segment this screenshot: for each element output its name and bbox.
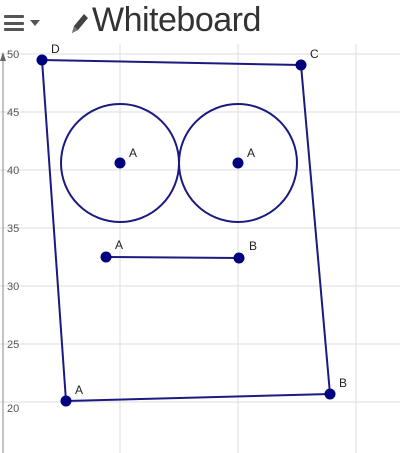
point-a-circle-right-center[interactable] <box>232 157 244 169</box>
point-a-corner[interactable] <box>60 395 72 407</box>
point-label-b-corner: B <box>339 376 347 390</box>
y-tick-label: 50 <box>7 49 19 61</box>
segment-cb[interactable] <box>300 64 331 395</box>
point-label-d: D <box>51 44 60 56</box>
point-a-segment[interactable] <box>100 251 112 263</box>
segment-mouth[interactable] <box>105 256 240 259</box>
point-b-corner[interactable] <box>324 388 336 400</box>
y-tick-label: 20 <box>7 403 19 415</box>
y-axis: 50 45 40 35 30 25 20 <box>0 49 19 453</box>
segment-dc[interactable] <box>41 59 302 66</box>
graphics-canvas[interactable]: 50 45 40 35 30 25 20 D C B A A A A B <box>0 44 400 453</box>
point-label-b-segment: B <box>249 239 257 253</box>
hamburger-menu-icon <box>4 15 24 31</box>
grid <box>0 44 400 453</box>
point-label-a-segment: A <box>115 238 123 252</box>
app-title-area: Whiteboard <box>70 0 261 40</box>
axis-arrow-icon <box>0 52 6 61</box>
y-tick-label: 40 <box>7 165 19 177</box>
main-menu-button[interactable] <box>4 12 44 34</box>
y-tick-label: 30 <box>7 281 19 293</box>
point-a-circle-left-center[interactable] <box>114 157 126 169</box>
point-label-a-circle-left: A <box>129 146 137 160</box>
y-tick-label: 25 <box>7 339 19 351</box>
point-label-a-corner: A <box>75 383 83 397</box>
segment-ba[interactable] <box>65 393 331 402</box>
segment-ad[interactable] <box>41 59 67 402</box>
point-b-segment[interactable] <box>233 252 245 264</box>
caret-down-icon <box>30 20 40 26</box>
point-label-a-circle-right: A <box>247 146 255 160</box>
app-title: Whiteboard <box>92 1 261 39</box>
pencil-icon <box>72 14 88 33</box>
point-label-c: C <box>310 47 319 61</box>
app-header: Whiteboard <box>0 0 400 44</box>
point-d[interactable] <box>36 54 48 66</box>
y-tick-label: 45 <box>7 107 19 119</box>
y-tick-label: 35 <box>7 223 19 235</box>
point-c[interactable] <box>295 59 307 71</box>
